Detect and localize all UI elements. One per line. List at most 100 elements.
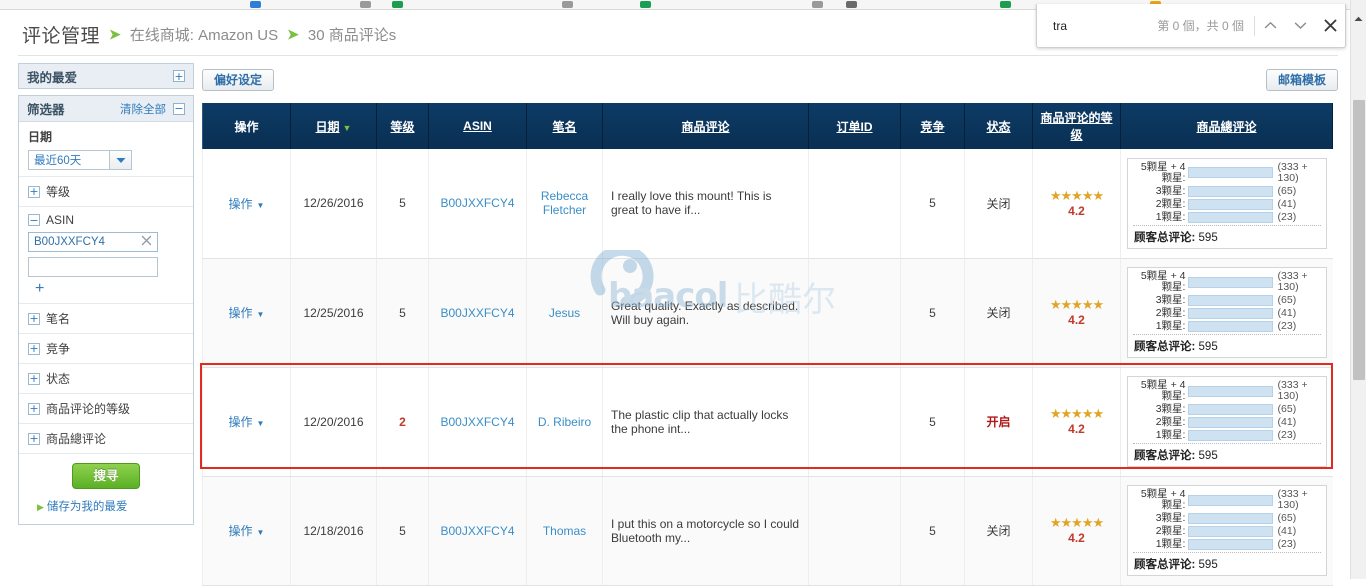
penname-link[interactable]: Thomas [543,524,586,538]
collapse-minus-icon[interactable]: − [28,214,40,226]
add-asin-button[interactable]: + [35,281,184,297]
breakdown-bar-track [1188,276,1273,288]
cell-asin[interactable]: B00JXXFCY4 [428,476,527,586]
table-row[interactable]: 操作 ▼ 12/26/2016 5 B00JXXFCY4 Rebecca Fletcher… [202,149,1333,259]
save-as-favorite-link[interactable]: ▶ 储存为我的最爱 [37,498,193,514]
scroll-up-arrow-icon[interactable] [1351,10,1366,27]
preferences-button[interactable]: 偏好设定 [202,69,275,91]
column-header-grade[interactable]: 等级 [376,103,429,149]
table-row[interactable]: 操作 ▼ 12/25/2016 5 B00JXXFCY4 Jesus Great quali… [202,258,1333,368]
breadcrumb-item-count[interactable]: 30 商品评论s [308,24,396,45]
asin-link[interactable]: B00JXXFCY4 [440,415,514,429]
cell-review[interactable]: I really love this mount! This is great … [602,149,809,259]
cell-asin[interactable]: B00JXXFCY4 [428,367,527,477]
cell-action[interactable]: 操作 ▼ [202,476,291,586]
cell-asin[interactable]: B00JXXFCY4 [428,149,527,259]
expand-plus-icon[interactable]: + [28,372,40,385]
asin-tag-field[interactable]: B00JXXFCY4 [28,232,158,252]
email-template-button[interactable]: 邮箱模板 [1265,69,1338,91]
cell-penname[interactable]: Jesus [526,258,603,368]
filters-panel: 筛选器 清除全部 − 日期 最近60天 + 等级 − ASIN B00JXXFC… [18,95,194,525]
breakdown-row: 1颗星: (23) [1133,430,1321,441]
column-header-total-reviews[interactable]: 商品總评论 [1120,103,1333,149]
date-range-value: 最近60天 [34,155,82,167]
table-row[interactable]: 操作 ▼ 12/20/2016 2 B00JXXFCY4 D. Ribeiro The pl… [202,367,1333,477]
expand-plus-icon[interactable]: + [173,70,185,82]
cell-review[interactable]: The plastic clip that actually locks the… [602,367,809,477]
filter-section-status[interactable]: + 状态 [19,364,193,394]
cell-action[interactable]: 操作 ▼ [202,367,291,477]
column-header-review[interactable]: 商品评论 [602,103,809,149]
asin-additional-input[interactable] [28,257,158,277]
review-breakdown: 5颗星 + 4颗星: (333 + 130) 3颗星: (65) 2颗星: (41) 1颗星… [1127,157,1327,249]
cell-product-rating: ★★★★★ 4.2 [1032,476,1121,586]
column-label: 日期 [315,119,340,134]
filter-section-total-reviews[interactable]: + 商品總评论 [19,424,193,454]
close-icon[interactable] [141,235,152,249]
chevron-down-icon[interactable] [1285,11,1315,41]
page-scrollbar[interactable] [1350,0,1366,579]
asin-link[interactable]: B00JXXFCY4 [440,196,514,210]
clear-all-link[interactable]: 清除全部 [120,101,166,117]
collapse-minus-icon[interactable]: − [173,102,185,115]
cell-grade: 2 [376,367,429,477]
expand-plus-icon[interactable]: + [28,402,40,415]
cell-action[interactable]: 操作 ▼ [202,149,291,259]
breadcrumb-item-marketplace[interactable]: 在线商城: Amazon US [130,24,278,45]
penname-link[interactable]: Rebecca Fletcher [541,189,588,217]
column-header-status[interactable]: 状态 [964,103,1033,149]
cell-asin[interactable]: B00JXXFCY4 [428,258,527,368]
search-button[interactable]: 搜寻 [72,463,140,489]
filter-section-penname[interactable]: + 笔名 [19,304,193,334]
asin-link[interactable]: B00JXXFCY4 [440,524,514,538]
star-rating-icon: ★★★★★ [1049,187,1104,203]
cell-review[interactable]: I put this on a motorcycle so I could Bl… [602,476,809,586]
penname-link[interactable]: Jesus [549,306,580,320]
star-rating-icon: ★★★★★ [1049,297,1104,312]
cell-review[interactable]: Great quality. Exactly as described. Wil… [602,258,809,368]
breakdown-row: 2颗星: (41) [1133,198,1321,210]
filter-section-grade[interactable]: + 等级 [19,177,193,207]
filter-section-competition[interactable]: + 竞争 [19,334,193,364]
column-header-orderid[interactable]: 订单ID [808,103,901,149]
cell-product-rating: ★★★★★ 4.2 [1032,149,1121,259]
find-input[interactable] [1051,17,1143,34]
breakdown-row: 5颗星 + 4颗星: (333 + 130) [1133,161,1321,184]
filter-label-competition: 竞争 [46,342,71,356]
expand-plus-icon[interactable]: + [28,342,40,355]
scrollbar-thumb[interactable] [1353,100,1365,380]
action-dropdown[interactable]: 操作 ▼ [229,197,265,211]
sidebar: 我的最爱 + 筛选器 清除全部 − 日期 最近60天 + 等级 − ASIN B… [18,63,194,525]
chevron-up-icon[interactable] [1255,11,1285,41]
expand-plus-icon[interactable]: + [28,432,40,445]
column-header-product-rating[interactable]: 商品评论的等级 [1032,103,1121,149]
asin-link[interactable]: B00JXXFCY4 [440,306,514,320]
action-dropdown[interactable]: 操作 ▼ [229,524,265,538]
chevron-down-icon[interactable] [109,151,131,169]
column-header-competition[interactable]: 竞争 [900,103,965,149]
expand-plus-icon[interactable]: + [28,312,40,325]
action-dropdown[interactable]: 操作 ▼ [229,306,265,320]
column-header-date[interactable]: 日期 ▼ [290,103,377,149]
cell-penname[interactable]: Thomas [526,476,603,586]
penname-link[interactable]: D. Ribeiro [538,415,591,429]
expand-plus-icon[interactable]: + [28,185,40,198]
action-dropdown[interactable]: 操作 ▼ [229,415,265,429]
cell-penname[interactable]: Rebecca Fletcher [526,149,603,259]
close-icon[interactable] [1315,11,1345,41]
cell-penname[interactable]: D. Ribeiro [526,367,603,477]
breakdown-label: 1颗星: [1155,320,1186,332]
table-row[interactable]: 操作 ▼ 12/18/2016 5 B00JXXFCY4 Thomas I put this… [202,476,1333,586]
breakdown-count: (23) [1277,429,1297,441]
browser-find-bar[interactable]: 第 0 個，共 0 個 [1036,4,1346,48]
cell-action[interactable]: 操作 ▼ [202,258,291,368]
column-header-penname[interactable]: 笔名 [526,103,603,149]
filter-label-date: 日期 [28,130,53,144]
favorites-panel[interactable]: 我的最爱 + [18,63,194,89]
column-header-asin[interactable]: ASIN [428,103,527,149]
cell-competition: 5 [900,258,965,368]
column-header-action[interactable]: 操作 [202,103,291,149]
breakdown-row: 2颗星: (41) [1133,526,1321,537]
date-range-select[interactable]: 最近60天 [28,150,132,170]
filter-section-product-rating[interactable]: + 商品评论的等级 [19,394,193,424]
